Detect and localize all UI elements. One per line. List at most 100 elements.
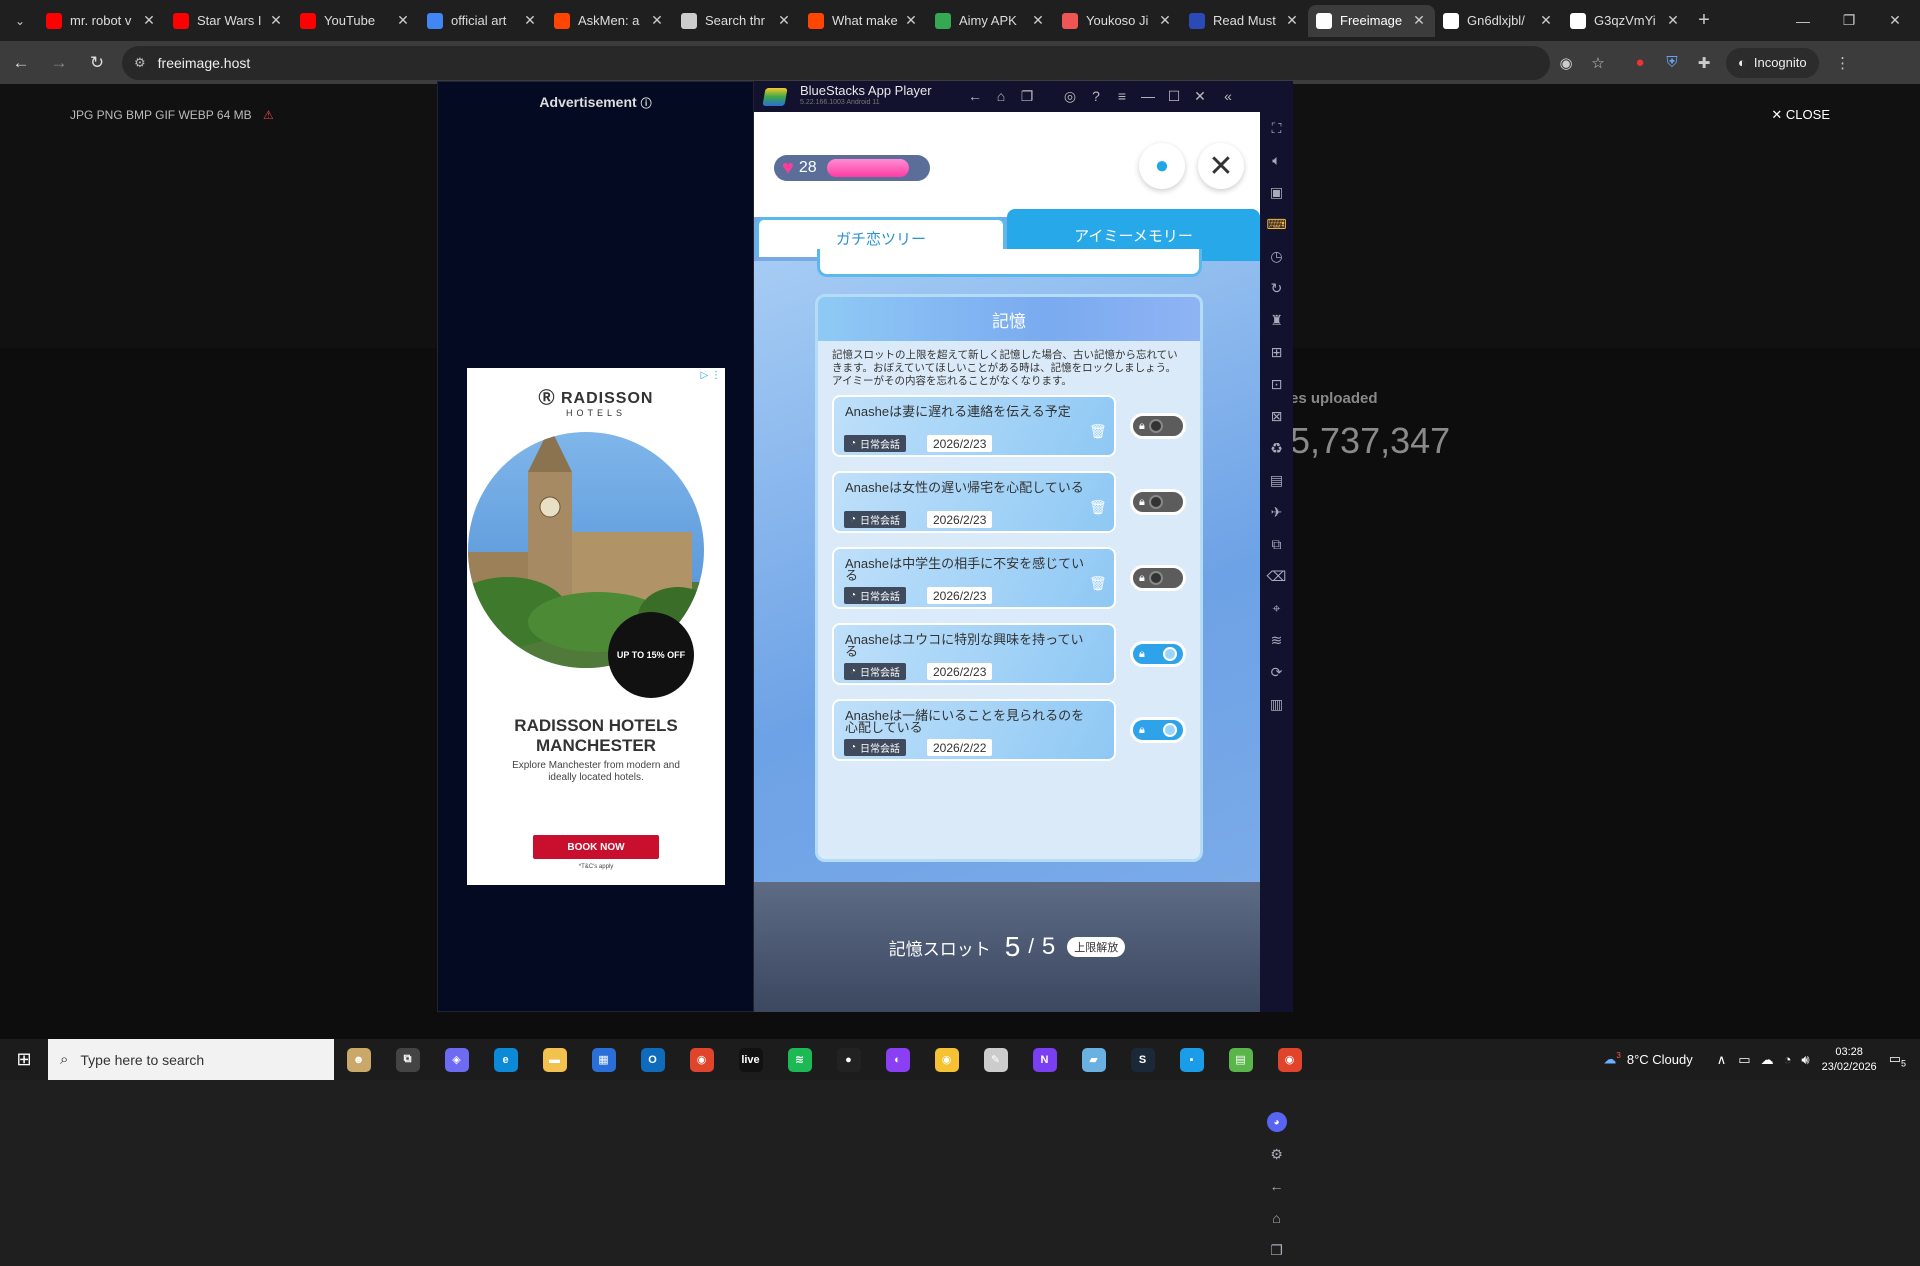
tracking-eye-icon[interactable]: ◉ [1550, 47, 1582, 79]
explorer-widget-taskbar-button[interactable]: ☻ [334, 1039, 383, 1080]
clock[interactable]: 03:28 23/02/2026 [1822, 1045, 1877, 1075]
browser-tab[interactable]: Aimy APK ✕ [927, 5, 1054, 37]
multi-instance-icon[interactable]: ⧉ [1260, 528, 1293, 560]
browser-tab[interactable]: official art ✕ [419, 5, 546, 37]
bs-home-icon[interactable]: ⌂ [991, 86, 1011, 106]
file-explorer-taskbar-button[interactable]: ▬ [530, 1039, 579, 1080]
browser-tab[interactable]: Youkoso Ji ✕ [1054, 5, 1181, 37]
memory-lock-toggle[interactable]: 🔒︎ [1130, 717, 1186, 743]
gallery-icon[interactable]: ▤ [1260, 464, 1293, 496]
erase-icon[interactable]: ⌫ [1260, 560, 1293, 592]
tab-search-button[interactable]: ⌄ [2, 6, 38, 36]
new-tab-button[interactable]: + [1689, 9, 1719, 32]
sidebar-recent-icon[interactable]: ❐ [1260, 1234, 1293, 1266]
copilot-taskbar-button[interactable]: ◈ [432, 1039, 481, 1080]
memory-entry[interactable]: Anasheは妻に遅れる連絡を伝える予定 ◔ 日常会話 2026/2/23 🗑︎ [832, 395, 1116, 457]
tab-close-icon[interactable]: ✕ [903, 12, 919, 29]
chrome-incognito-taskbar-button[interactable]: ◉ [1265, 1039, 1314, 1080]
forward-button[interactable]: → [42, 46, 76, 80]
restore-button[interactable]: ❐ [1826, 0, 1872, 41]
fullscreen-icon[interactable]: ⛶ [1260, 112, 1293, 144]
bookmark-star-icon[interactable]: ☆ [1582, 47, 1614, 79]
browser-tab[interactable]: G3qzVmYi ✕ [1562, 5, 1689, 37]
discord-icon[interactable]: ◕ [1260, 1106, 1293, 1138]
meet-icon[interactable]: ▭ [1738, 1052, 1750, 1068]
airplane-icon[interactable]: ✈ [1260, 496, 1293, 528]
browser-tab[interactable]: Search thr ✕ [673, 5, 800, 37]
memory-entry[interactable]: Anasheは女性の遅い帰宅を心配している ◔ 日常会話 2026/2/23 🗑︎ [832, 471, 1116, 533]
volume-icon[interactable]: 🔈︎ [1260, 144, 1293, 176]
onedrive-icon[interactable]: ☁ [1761, 1052, 1774, 1068]
live-taskbar-button[interactable]: live [726, 1039, 775, 1080]
extension-red-icon[interactable]: ● [1624, 47, 1656, 79]
media-icon[interactable]: ▣ [1260, 176, 1293, 208]
sync-icon[interactable]: ⟳ [1260, 656, 1293, 688]
location-icon[interactable]: ⌖ [1260, 592, 1293, 624]
bs-back-icon[interactable]: ← [965, 86, 985, 106]
screen-record-icon[interactable]: ⊠ [1260, 400, 1293, 432]
tab-close-icon[interactable]: ✕ [522, 12, 538, 29]
book-now-button[interactable]: BOOK NOW [533, 835, 659, 859]
memory-lock-toggle[interactable]: 🔒︎ [1130, 489, 1186, 515]
window-close-button[interactable]: ✕ [1872, 0, 1918, 41]
extension-shield-icon[interactable]: ⛨ [1656, 47, 1688, 79]
minimize-button[interactable]: — [1780, 0, 1826, 41]
trash-icon[interactable]: 🗑︎ [1089, 423, 1107, 440]
trash-icon[interactable]: 🗑︎ [1089, 499, 1107, 516]
tab-close-icon[interactable]: ✕ [395, 12, 411, 29]
memory-lock-toggle[interactable]: 🔒︎ [1130, 641, 1186, 667]
settings-gear-icon[interactable]: ⚙ [1260, 1138, 1293, 1170]
unlock-limit-button[interactable]: 上限解放 [1067, 937, 1126, 957]
memory-scroll-area[interactable]: 記憶 記憶スロットの上限を超えて新しく記憶した場合、古い記憶から忘れていきます。… [754, 249, 1260, 882]
outlook-taskbar-button[interactable]: O [628, 1039, 677, 1080]
spotify-taskbar-button[interactable]: ≋ [775, 1039, 824, 1080]
tray-overflow-icon[interactable]: ∧ [1717, 1052, 1727, 1068]
tab-close-icon[interactable]: ✕ [776, 12, 792, 29]
tab-close-icon[interactable]: ✕ [1411, 12, 1427, 29]
pen-taskbar-button[interactable]: ✎ [971, 1039, 1020, 1080]
notion-taskbar-button[interactable]: N [1020, 1039, 1069, 1080]
panel-icon[interactable]: ▥ [1260, 688, 1293, 720]
taskbar-search[interactable]: ⌕ Type here to search [48, 1039, 334, 1080]
browser-tab[interactable]: Read Must ✕ [1181, 5, 1308, 37]
edge-taskbar-button[interactable]: e [481, 1039, 530, 1080]
bluestacks-task-taskbar-button[interactable]: ▤ [1216, 1039, 1265, 1080]
eco-mode-icon[interactable]: ♻ [1260, 432, 1293, 464]
bs-collapse-sidebar-icon[interactable]: « [1218, 86, 1238, 106]
rotate-icon[interactable]: ↻ [1260, 272, 1293, 304]
browser-tab[interactable]: Star Wars I ✕ [165, 5, 292, 37]
bs-recent-apps-icon[interactable]: ❐ [1017, 86, 1037, 106]
tab-close-icon[interactable]: ✕ [1665, 12, 1681, 29]
info-icon[interactable]: ⓘ [641, 98, 652, 110]
tab-close-icon[interactable]: ✕ [268, 12, 284, 29]
task-view-taskbar-button[interactable]: ⧉ [383, 1039, 432, 1080]
chrome-alt-taskbar-button[interactable]: ◉ [922, 1039, 971, 1080]
memory-entry[interactable]: Anasheは一緒にいることを見られるのを心配している ◔ 日常会話 2026/2/2… [832, 699, 1116, 761]
close-upload-button[interactable]: ✕ CLOSE [1771, 107, 1830, 123]
browser-tab[interactable]: What make ✕ [800, 5, 927, 37]
bs-close-icon[interactable]: ✕ [1190, 86, 1210, 106]
weather-text[interactable]: 8°C Cloudy [1627, 1052, 1693, 1067]
app-purple-taskbar-button[interactable]: ◐ [873, 1039, 922, 1080]
memory-lock-toggle[interactable]: 🔒︎ [1130, 413, 1186, 439]
tab-close-icon[interactable]: ✕ [1284, 12, 1300, 29]
sidebar-home-icon[interactable]: ⌂ [1260, 1202, 1293, 1234]
app-blue-taskbar-button[interactable]: ▪ [1167, 1039, 1216, 1080]
memory-entry[interactable]: Anasheはユウコに特別な興味を持っている ◔ 日常会話 2026/2/23 [832, 623, 1116, 685]
site-info-icon[interactable]: ⚙ [134, 55, 146, 71]
reload-button[interactable]: ↻ [80, 46, 114, 80]
browser-tab[interactable]: YouTube ✕ [292, 5, 419, 37]
game-close-button[interactable]: ✕ [1198, 143, 1244, 189]
screenshot-icon[interactable]: ⊡ [1260, 368, 1293, 400]
bs-help-icon[interactable]: ? [1086, 86, 1106, 106]
apk-icon[interactable]: ⊞ [1260, 336, 1293, 368]
obs-taskbar-button[interactable]: ● [824, 1039, 873, 1080]
trash-icon[interactable]: 🗑︎ [1089, 575, 1107, 592]
start-button[interactable]: ⊞ [0, 1039, 48, 1080]
browser-menu-icon[interactable]: ⋮ [1827, 47, 1859, 79]
weather-icon[interactable]: ☁3 [1603, 1051, 1620, 1067]
browser-tab[interactable]: mr. robot v ✕ [38, 5, 165, 37]
tab-close-icon[interactable]: ✕ [1157, 12, 1173, 29]
incognito-badge[interactable]: ◐ Incognito [1726, 47, 1819, 78]
tab-close-icon[interactable]: ✕ [1538, 12, 1554, 29]
